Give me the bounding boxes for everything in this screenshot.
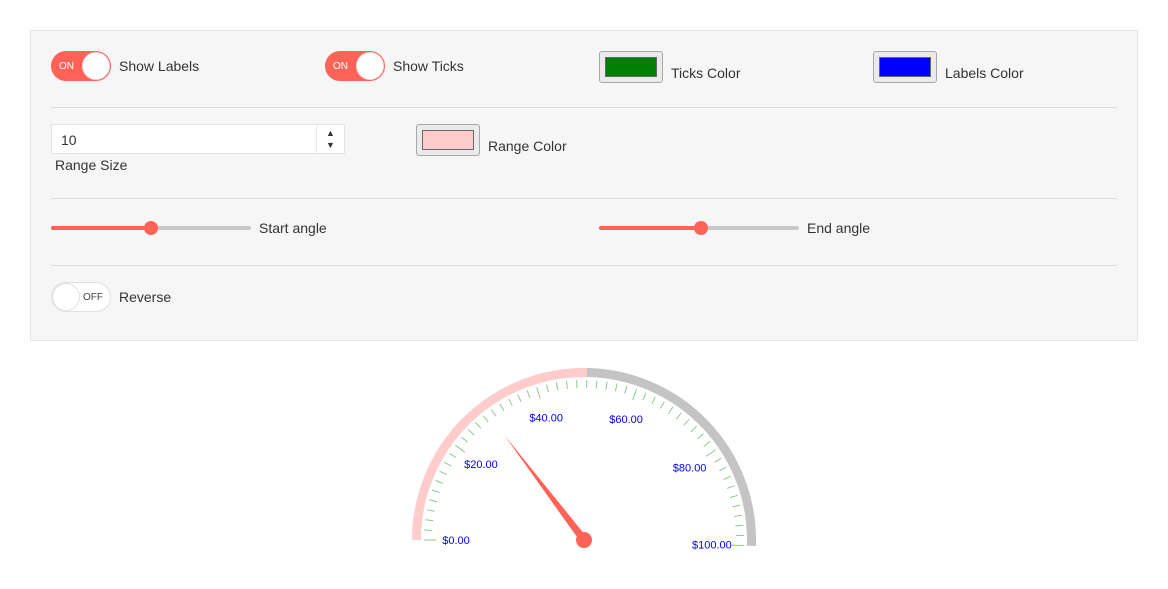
gauge-minor-tick (624, 385, 628, 394)
gauge-minor-tick (729, 494, 738, 499)
gauge-minor-tick (517, 394, 522, 402)
gauge-rest-arc (586, 368, 756, 546)
gauge-major-tick (536, 387, 541, 399)
gauge-label: $100.00 (692, 539, 732, 551)
gauge-minor-tick (719, 466, 727, 472)
gauge-minor-tick (726, 485, 735, 489)
gauge-minor-tick (443, 461, 452, 467)
gauge-minor-tick (690, 425, 697, 433)
gauge-minor-tick (697, 433, 704, 440)
gauge-minor-tick (526, 390, 531, 399)
gauge-minor-tick (449, 453, 457, 459)
gauge-minor-tick (714, 457, 722, 463)
gauge-minor-tick (490, 409, 497, 417)
gauge-pointer (504, 434, 592, 548)
gauge-minor-tick (545, 384, 549, 393)
gauge-minor-tick (566, 380, 568, 389)
gauge-minor-tick (614, 383, 618, 392)
gauge-minor-tick (675, 412, 682, 420)
gauge-labels: $0.00 $20.00 $40.00 $60.00 $80.00 $100.00 (442, 413, 732, 552)
gauge-major-tick (454, 444, 466, 453)
gauge-minor-tick (508, 398, 513, 407)
gauge-minor-tick (461, 436, 468, 443)
gauge-minor-tick (703, 441, 711, 447)
gauge-minor-tick (431, 489, 440, 494)
gauge-minor-tick (723, 475, 731, 480)
arc-gauge: $0.00 $20.00 $40.00 $60.00 $80.00 $100.00 (412, 368, 756, 552)
gauge-minor-tick (642, 392, 647, 401)
gauge-minor-tick (426, 509, 435, 512)
gauge-minor-tick (659, 401, 665, 409)
gauge-minor-tick (425, 519, 434, 522)
gauge-minor-tick (482, 415, 489, 423)
gauge-label: $20.00 (464, 459, 498, 471)
gauge-label: $60.00 (609, 414, 643, 426)
gauge-minor-tick (735, 524, 744, 527)
gauge-minor-tick (439, 470, 447, 476)
gauge-minor-tick (734, 514, 743, 517)
gauge-minor-tick (595, 380, 598, 389)
gauge-minor-tick (732, 504, 741, 508)
gauge-major-tick (632, 388, 638, 401)
gauge-needle-cap (576, 532, 592, 548)
gauge-minor-tick (435, 480, 444, 484)
gauge-minor-tick (467, 429, 475, 436)
gauge-minor-tick (424, 529, 433, 531)
gauge-minor-tick (668, 406, 674, 414)
gauge-minor-tick (475, 422, 482, 429)
gauge-minor-tick (555, 382, 559, 391)
gauge-label: $0.00 (442, 535, 470, 547)
gauge-minor-tick (651, 396, 656, 405)
gauge-needle (504, 434, 588, 543)
gauge-minor-tick (429, 499, 438, 503)
gauge-label: $80.00 (673, 463, 707, 475)
gauge-minor-tick (605, 381, 608, 390)
gauge-major-tick (705, 449, 717, 457)
gauge-label: $40.00 (529, 413, 563, 425)
gauge-minor-tick (683, 418, 690, 426)
gauge-minor-tick (499, 403, 505, 412)
